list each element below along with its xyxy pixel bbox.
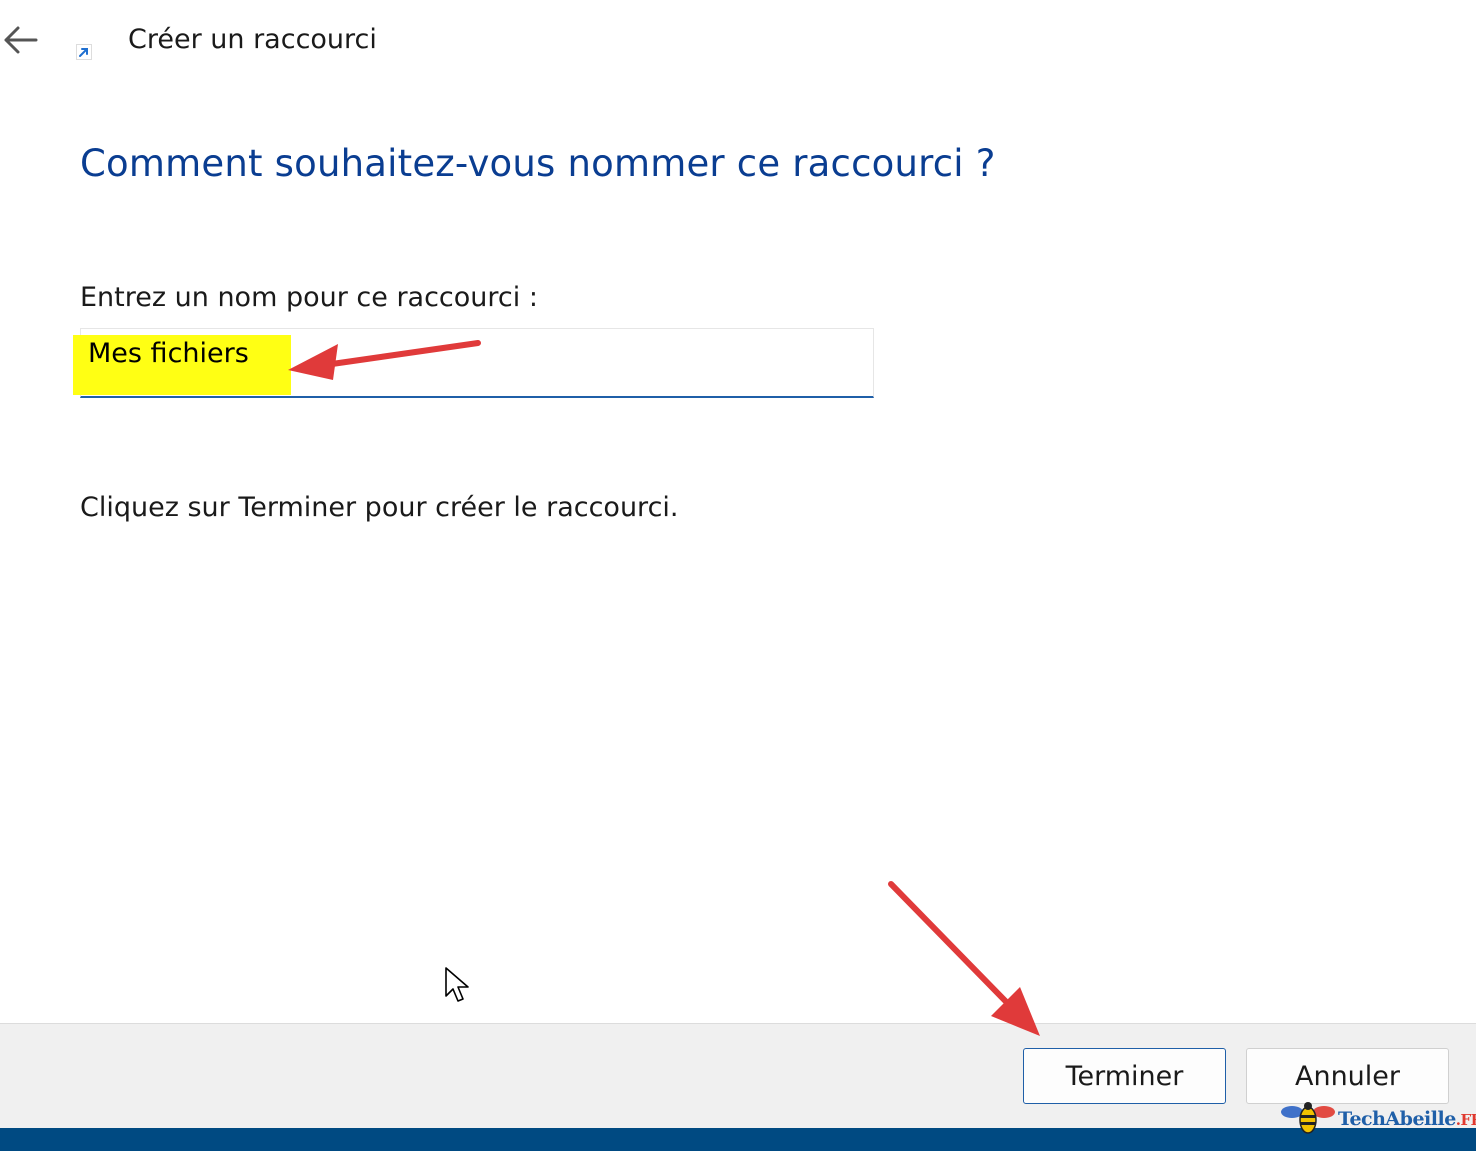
watermark-suffix: .FR	[1455, 1111, 1476, 1129]
name-field-label: Entrez un nom pour ce raccourci :	[80, 282, 538, 313]
finish-instruction: Cliquez sur Terminer pour créer le racco…	[80, 492, 679, 523]
watermark-text: TechAbeille.FR	[1338, 1108, 1476, 1130]
shortcut-overlay-icon	[76, 44, 92, 60]
watermark-brand: TechAbeille	[1338, 1108, 1456, 1130]
taskbar-edge	[0, 1128, 1476, 1151]
finish-button[interactable]: Terminer	[1023, 1048, 1226, 1104]
back-button[interactable]	[0, 18, 44, 62]
create-shortcut-wizard: Créer un raccourci Comment souhaitez-vou…	[0, 0, 1476, 1151]
arrow-left-icon	[4, 26, 38, 54]
page-heading: Comment souhaitez-vous nommer ce raccour…	[80, 142, 996, 185]
dialog-footer: Terminer Annuler	[0, 1023, 1476, 1128]
annotation-arrow-finish	[888, 881, 1040, 1036]
cancel-button[interactable]: Annuler	[1246, 1048, 1449, 1104]
mouse-pointer-icon	[445, 967, 469, 1002]
name-field-container	[73, 328, 874, 398]
window-title: Créer un raccourci	[128, 24, 377, 55]
techabeille-watermark: TechAbeille.FR	[1280, 1098, 1476, 1138]
bee-logo-icon	[1281, 1102, 1335, 1134]
shortcut-name-input[interactable]	[81, 329, 873, 396]
